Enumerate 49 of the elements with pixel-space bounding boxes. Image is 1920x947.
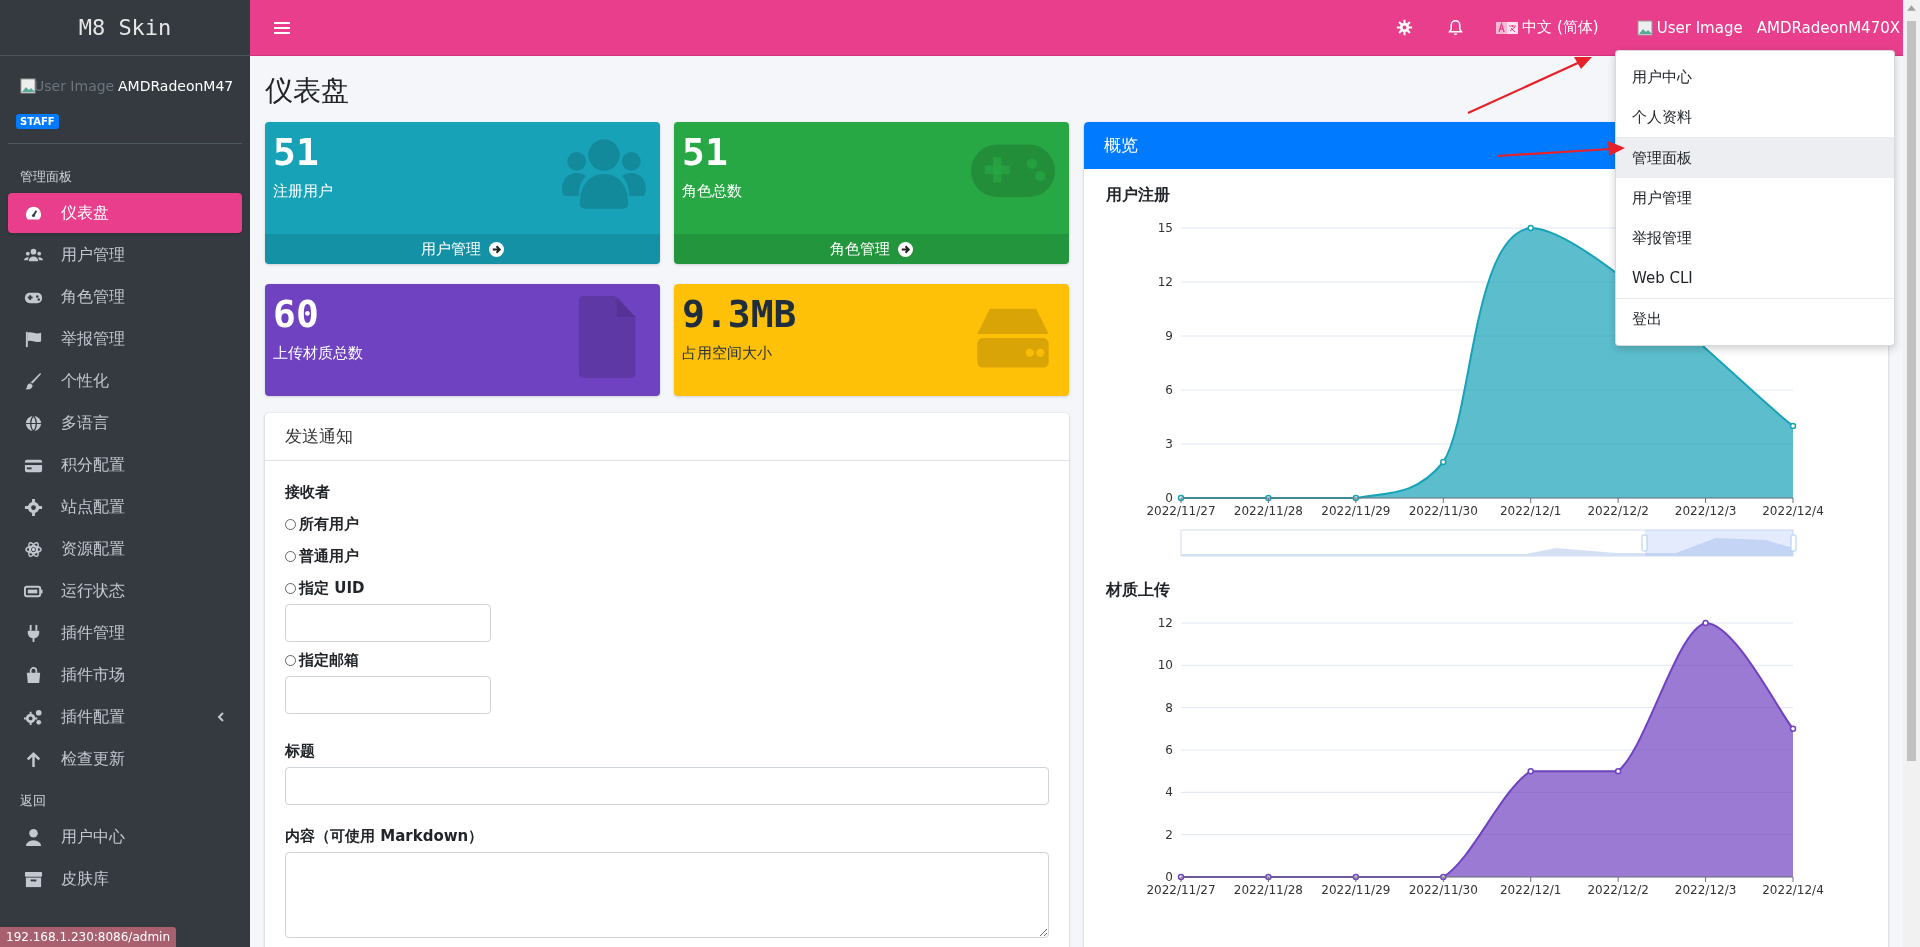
y-tick-label: 12 (1157, 616, 1173, 630)
nav-section-header: 返回 (19, 792, 47, 810)
y-tick-label: 6 (1165, 383, 1173, 397)
stat-value: 51 (273, 132, 320, 174)
stat-value: 9.3MB (682, 294, 797, 336)
y-tick-label: 0 (1165, 491, 1173, 505)
stat-value: 51 (682, 132, 729, 174)
x-tick-label: 2022/11/30 (1408, 883, 1478, 897)
x-tick-label: 2022/12/1 (1499, 504, 1562, 518)
y-tick-label: 0 (1165, 870, 1173, 884)
field-label: 标题 (285, 742, 315, 761)
x-tick-label: 2022/11/29 (1321, 504, 1391, 518)
chart-title: 材质上传 (1106, 580, 1170, 601)
nav-section-header: 管理面板 (19, 168, 73, 186)
x-tick-label: 2022/12/1 (1499, 883, 1562, 897)
stat-label: 角色总数 (682, 181, 742, 201)
field-label: 内容（可使用 Markdown） (285, 827, 484, 846)
y-tick-label: 15 (1157, 221, 1173, 235)
role-badge: STAFF (16, 114, 59, 129)
y-tick-label: 10 (1157, 658, 1173, 673)
x-tick-label: 2022/12/3 (1674, 504, 1737, 518)
status-url: 192.168.1.230:8086/admin (0, 927, 176, 947)
field-label: 接收者 (285, 483, 330, 502)
y-tick-label: 12 (1157, 275, 1173, 289)
stat-value: 60 (273, 294, 320, 336)
x-tick-label: 2022/12/2 (1587, 883, 1649, 897)
stat-label: 上传材质总数 (273, 343, 363, 363)
y-tick-label: 6 (1165, 743, 1173, 757)
page-title: 仪表盘 (265, 73, 349, 109)
x-tick-label: 2022/11/29 (1321, 883, 1391, 897)
x-tick-label: 2022/11/28 (1233, 883, 1303, 897)
y-tick-label: 9 (1165, 329, 1173, 343)
panel-title: 发送通知 (265, 413, 1069, 461)
x-tick-label: 2022/12/4 (1762, 504, 1824, 518)
x-tick-label: 2022/12/4 (1762, 883, 1824, 897)
y-tick-label: 4 (1165, 785, 1173, 800)
x-tick-label: 2022/12/3 (1674, 883, 1737, 897)
chart-title: 用户注册 (1106, 185, 1170, 206)
x-tick-label: 2022/11/30 (1408, 504, 1478, 518)
y-tick-label: 3 (1165, 437, 1173, 451)
stat-label: 占用空间大小 (682, 343, 773, 363)
x-tick-label: 2022/11/27 (1146, 504, 1216, 518)
y-tick-label: 2 (1165, 827, 1173, 842)
x-tick-label: 2022/11/27 (1146, 883, 1216, 897)
x-tick-label: 2022/11/28 (1233, 504, 1303, 518)
y-tick-label: 8 (1165, 700, 1173, 715)
x-tick-label: 2022/12/2 (1587, 504, 1649, 518)
user-image: User Image (20, 78, 114, 94)
stat-label: 注册用户 (273, 181, 333, 201)
